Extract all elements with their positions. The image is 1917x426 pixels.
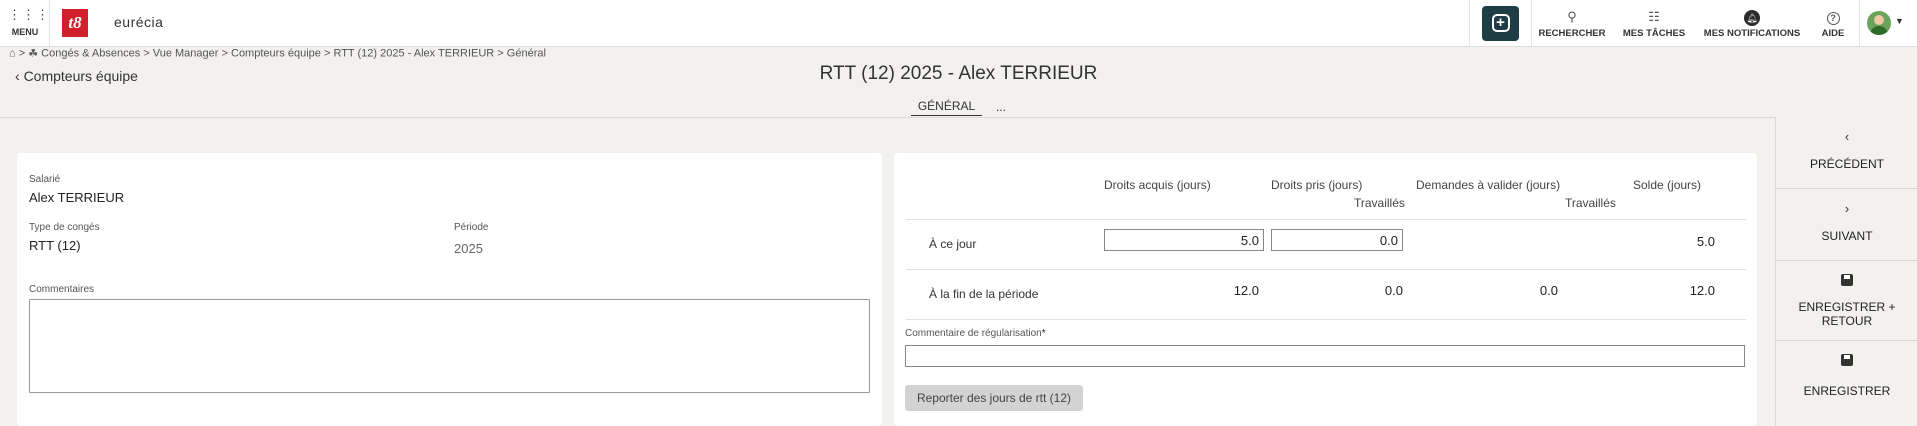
add-button[interactable]: + [1482, 6, 1519, 41]
report-days-button[interactable]: Reporter des jours de rtt (12) [905, 385, 1083, 411]
nav-search[interactable]: ⚲ RECHERCHER [1535, 0, 1609, 47]
logo[interactable]: t8 [62, 9, 88, 37]
nav-tasks-label: MES TÂCHES [1622, 28, 1686, 39]
search-icon: ⚲ [1567, 9, 1577, 24]
breadcrumb-item[interactable]: Congés & Absences [41, 48, 140, 60]
bell-icon: 🔔︎ [1744, 10, 1760, 26]
action-panel: ‹ PRÉCÉDENT › SUIVANT ENREGISTRER + RETO… [1775, 117, 1917, 426]
divider [906, 219, 1746, 220]
row-label-today: À ce jour [929, 237, 977, 251]
page-title: RTT (12) 2025 - Alex TERRIEUR [819, 63, 1098, 84]
employee-value: Alex TERRIEUR [29, 190, 125, 205]
comments-label: Commentaires [29, 284, 95, 295]
balance-today: 5.0 [1696, 234, 1715, 249]
divider [49, 0, 50, 47]
employee-label: Salarié [29, 174, 61, 185]
plus-square-icon: + [1491, 14, 1510, 32]
avatar-icon[interactable] [1867, 11, 1891, 35]
acquired-today-input[interactable]: 5.0 [1104, 229, 1264, 251]
required-marker: * [1041, 328, 1046, 339]
brand-name: eurécia [114, 14, 164, 30]
details-card: Salarié Alex TERRIEUR Type de congés RTT… [17, 153, 882, 426]
taken-today-input[interactable]: 0.0 [1271, 229, 1403, 251]
breadcrumb-item[interactable]: RTT (12) 2025 - Alex TERRIEUR [333, 48, 494, 60]
tab-general[interactable]: GÉNÉRAL [911, 99, 982, 116]
nav-notifications[interactable]: 🔔︎ MES NOTIFICATIONS [1700, 0, 1804, 47]
header-pending-sub: Travaillés [1565, 196, 1616, 210]
breadcrumb-item[interactable]: Compteurs équipe [231, 48, 321, 60]
nav-help-label: AIDE [1821, 28, 1845, 39]
nav-tasks[interactable]: ☷ MES TÂCHES [1618, 0, 1690, 47]
breadcrumb-item[interactable]: Vue Manager [153, 48, 219, 60]
acquired-end-period: 12.0 [1233, 283, 1259, 298]
previous-button[interactable]: ‹ PRÉCÉDENT [1776, 117, 1917, 189]
period-value: 2025 [454, 241, 483, 256]
home-icon[interactable]: ⌂ [9, 48, 16, 60]
chevron-right-icon: › [1844, 201, 1850, 216]
breadcrumb-item: Général [506, 47, 546, 60]
row-label-end-period: À la fin de la période [929, 287, 1039, 301]
top-bar: ⋮⋮⋮ MENU t8 eurécia + ⚲ RECHERCHER ☷ MES… [0, 0, 1917, 47]
regularisation-input[interactable] [905, 345, 1745, 367]
checklist-icon: ☷ [1648, 9, 1660, 24]
divider [906, 319, 1746, 320]
comments-textarea[interactable] [29, 299, 870, 393]
leave-type-label: Type de congés [29, 222, 100, 233]
chevron-left-icon: ‹ [1844, 129, 1850, 144]
save-icon [1841, 354, 1853, 366]
breadcrumb: ⌂ > ☘ Congés & Absences > Vue Manager > … [9, 47, 546, 61]
next-button[interactable]: › SUIVANT [1776, 189, 1917, 261]
palm-tree-icon: ☘ [28, 48, 39, 60]
nav-search-label: RECHERCHER [1538, 28, 1606, 39]
leave-type-value: RTT (12) [29, 238, 81, 253]
grid-dots-icon: ⋮⋮⋮ [8, 7, 50, 22]
nav-notifications-label: MES NOTIFICATIONS [1703, 28, 1801, 39]
header-acquired: Droits acquis (jours) [1104, 178, 1211, 192]
divider [1859, 0, 1860, 47]
question-icon: ? [1826, 12, 1840, 25]
pending-end-period: 0.0 [1539, 283, 1558, 298]
nav-help[interactable]: ? AIDE [1816, 0, 1850, 47]
divider [906, 269, 1746, 270]
header-balance: Solde (jours) [1633, 178, 1702, 192]
save-icon [1841, 274, 1853, 286]
period-label: Période [454, 222, 489, 233]
save-button[interactable]: ENREGISTRER [1776, 341, 1917, 413]
save-and-return-button[interactable]: ENREGISTRER + RETOUR [1776, 261, 1917, 341]
divider [1469, 0, 1470, 47]
counters-card: Droits acquis (jours) Droits pris (jours… [894, 153, 1757, 426]
taken-end-period: 0.0 [1384, 283, 1403, 298]
divider [0, 117, 1775, 118]
divider [1531, 0, 1532, 47]
regularisation-label: Commentaire de régularisation* [905, 328, 1046, 339]
menu-label: MENU [11, 27, 39, 37]
header-pending: Demandes à valider (jours) [1416, 178, 1561, 192]
chevron-down-icon[interactable]: ▼ [1895, 16, 1904, 26]
menu-button[interactable]: ⋮⋮⋮ MENU [8, 7, 50, 40]
tab-more[interactable]: ... [996, 100, 1006, 114]
header-taken: Droits pris (jours) [1271, 178, 1363, 192]
balance-end-period: 12.0 [1689, 283, 1715, 298]
header-taken-sub: Travaillés [1354, 196, 1405, 210]
